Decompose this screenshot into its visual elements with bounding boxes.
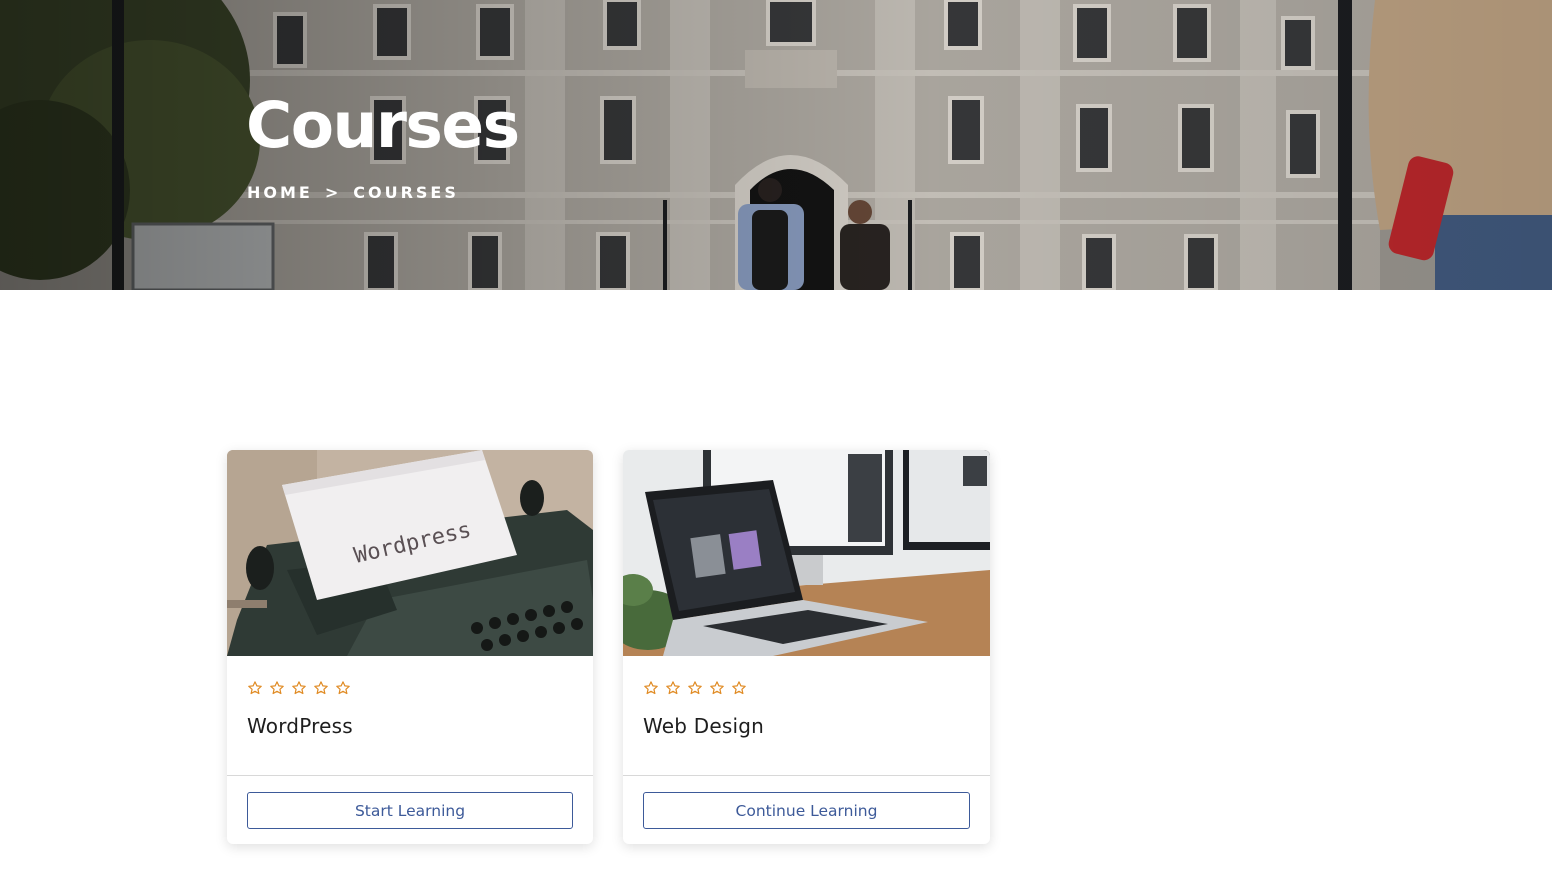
- star-outline-icon[interactable]: [709, 680, 725, 696]
- course-rating: [247, 680, 351, 696]
- page-title: Courses: [246, 89, 520, 162]
- star-outline-icon[interactable]: [313, 680, 329, 696]
- start-learning-button[interactable]: Start Learning: [247, 792, 573, 829]
- page-hero: Courses HOME > COURSES: [0, 0, 1552, 290]
- course-thumbnail-web-design[interactable]: [623, 450, 990, 656]
- star-outline-icon[interactable]: [291, 680, 307, 696]
- course-card-wordpress: Wordpress WordPress Start Learning: [227, 450, 593, 844]
- breadcrumb-current: COURSES: [353, 183, 459, 202]
- hero-overlay: [0, 0, 1552, 290]
- star-outline-icon[interactable]: [687, 680, 703, 696]
- star-outline-icon[interactable]: [269, 680, 285, 696]
- course-title[interactable]: Web Design: [643, 714, 764, 738]
- card-divider: [623, 775, 990, 776]
- star-outline-icon[interactable]: [335, 680, 351, 696]
- breadcrumb-separator: >: [324, 183, 342, 202]
- star-outline-icon[interactable]: [643, 680, 659, 696]
- card-divider: [227, 775, 593, 776]
- breadcrumb-home-link[interactable]: HOME: [247, 183, 313, 202]
- breadcrumb: HOME > COURSES: [247, 183, 459, 202]
- course-card-web-design: Web Design Continue Learning: [623, 450, 990, 844]
- course-title[interactable]: WordPress: [247, 714, 353, 738]
- continue-learning-button[interactable]: Continue Learning: [643, 792, 970, 829]
- star-outline-icon[interactable]: [665, 680, 681, 696]
- star-outline-icon[interactable]: [731, 680, 747, 696]
- course-rating: [643, 680, 747, 696]
- star-outline-icon[interactable]: [247, 680, 263, 696]
- course-thumbnail-wordpress[interactable]: Wordpress: [227, 450, 593, 656]
